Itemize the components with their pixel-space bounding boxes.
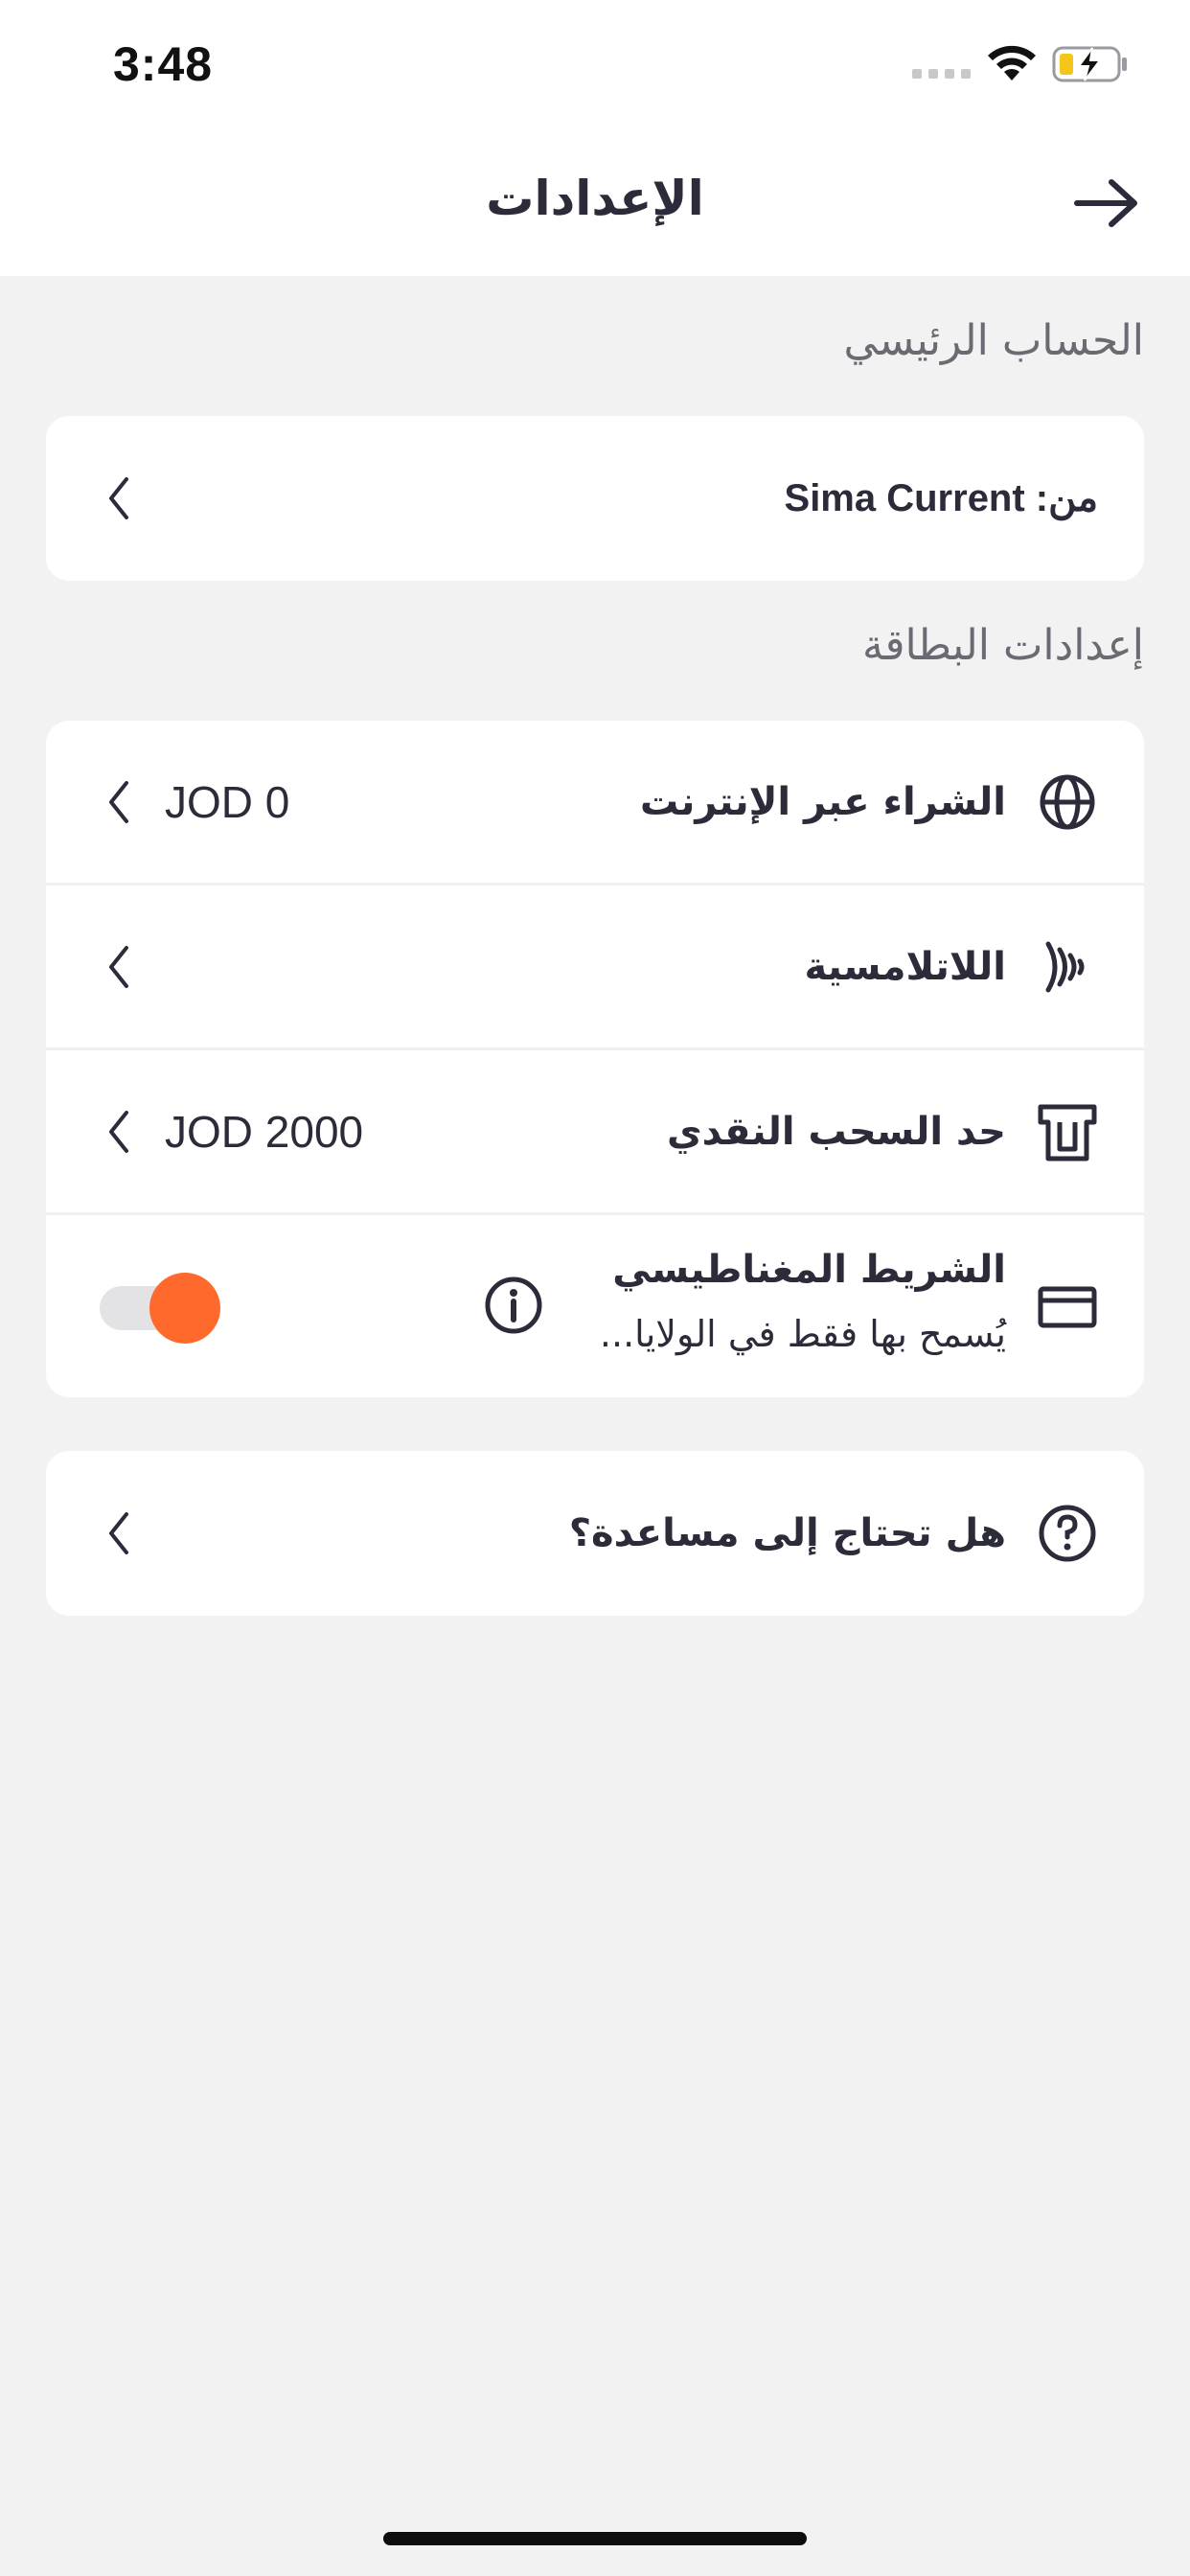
magnetic-stripe-row: الشريط المغناطيسي يُسمح بها فقط في الولا… <box>46 1215 1144 1397</box>
contactless-label: اللاتلامسية <box>804 944 1006 989</box>
cash-withdrawal-row[interactable]: حد السحب النقدي JOD 2000 <box>46 1050 1144 1215</box>
help-row[interactable]: هل تحتاج إلى مساعدة؟ <box>46 1451 1144 1616</box>
globe-icon <box>1040 774 1095 829</box>
wifi-icon <box>988 45 1036 80</box>
chevron-left-icon <box>109 945 128 988</box>
battery-charging-icon <box>1052 46 1127 82</box>
help-card: هل تحتاج إلى مساعدة؟ <box>46 1451 1144 1616</box>
from-account-label: من: Sima Current <box>784 477 1098 519</box>
chevron-left-icon <box>109 1110 128 1153</box>
online-purchase-row[interactable]: الشراء عبر الإنترنت JOD 0 <box>46 721 1144 886</box>
cash-withdrawal-limit: JOD 2000 <box>165 1106 364 1157</box>
magnetic-stripe-toggle[interactable] <box>92 1269 226 1344</box>
info-icon[interactable] <box>483 1275 544 1336</box>
chevron-left-icon <box>109 1512 128 1554</box>
page-title: الإعدادات <box>486 171 704 226</box>
contactless-icon <box>1045 941 1085 992</box>
chevron-left-icon <box>109 780 128 823</box>
question-icon <box>1039 1505 1096 1562</box>
main-account-section-label: الحساب الرئيسي <box>843 316 1144 365</box>
cellular-signal-icon <box>912 69 971 79</box>
toggle-knob <box>149 1273 220 1344</box>
status-time: 3:48 <box>113 37 214 91</box>
magnetic-stripe-subtitle: يُسمح بها فقط في الولايا... <box>599 1313 1006 1355</box>
card-icon <box>1038 1286 1097 1328</box>
main-account-card: من: Sima Current <box>46 416 1144 581</box>
status-bar: 3:48 <box>0 0 1190 134</box>
card-settings-section-label: إعدادات البطاقة <box>861 621 1144 670</box>
contactless-row[interactable]: اللاتلامسية <box>46 886 1144 1050</box>
magnetic-stripe-title: الشريط المغناطيسي <box>612 1248 1006 1292</box>
online-purchase-label: الشراء عبر الإنترنت <box>640 779 1006 824</box>
chevron-left-icon <box>109 477 128 519</box>
atm-icon <box>1038 1104 1097 1161</box>
online-purchase-limit: JOD 0 <box>165 776 290 827</box>
back-arrow-icon[interactable] <box>1071 174 1142 232</box>
cash-withdrawal-label: حد السحب النقدي <box>666 1109 1006 1154</box>
main-account-row[interactable]: من: Sima Current <box>46 416 1144 581</box>
card-settings-card: الشراء عبر الإنترنت JOD 0 اللاتلامسية حد… <box>46 721 1144 1397</box>
help-label: هل تحتاج إلى مساعدة؟ <box>568 1511 1006 1555</box>
nav-bar: الإعدادات <box>0 134 1190 276</box>
home-indicator[interactable] <box>383 2532 807 2545</box>
